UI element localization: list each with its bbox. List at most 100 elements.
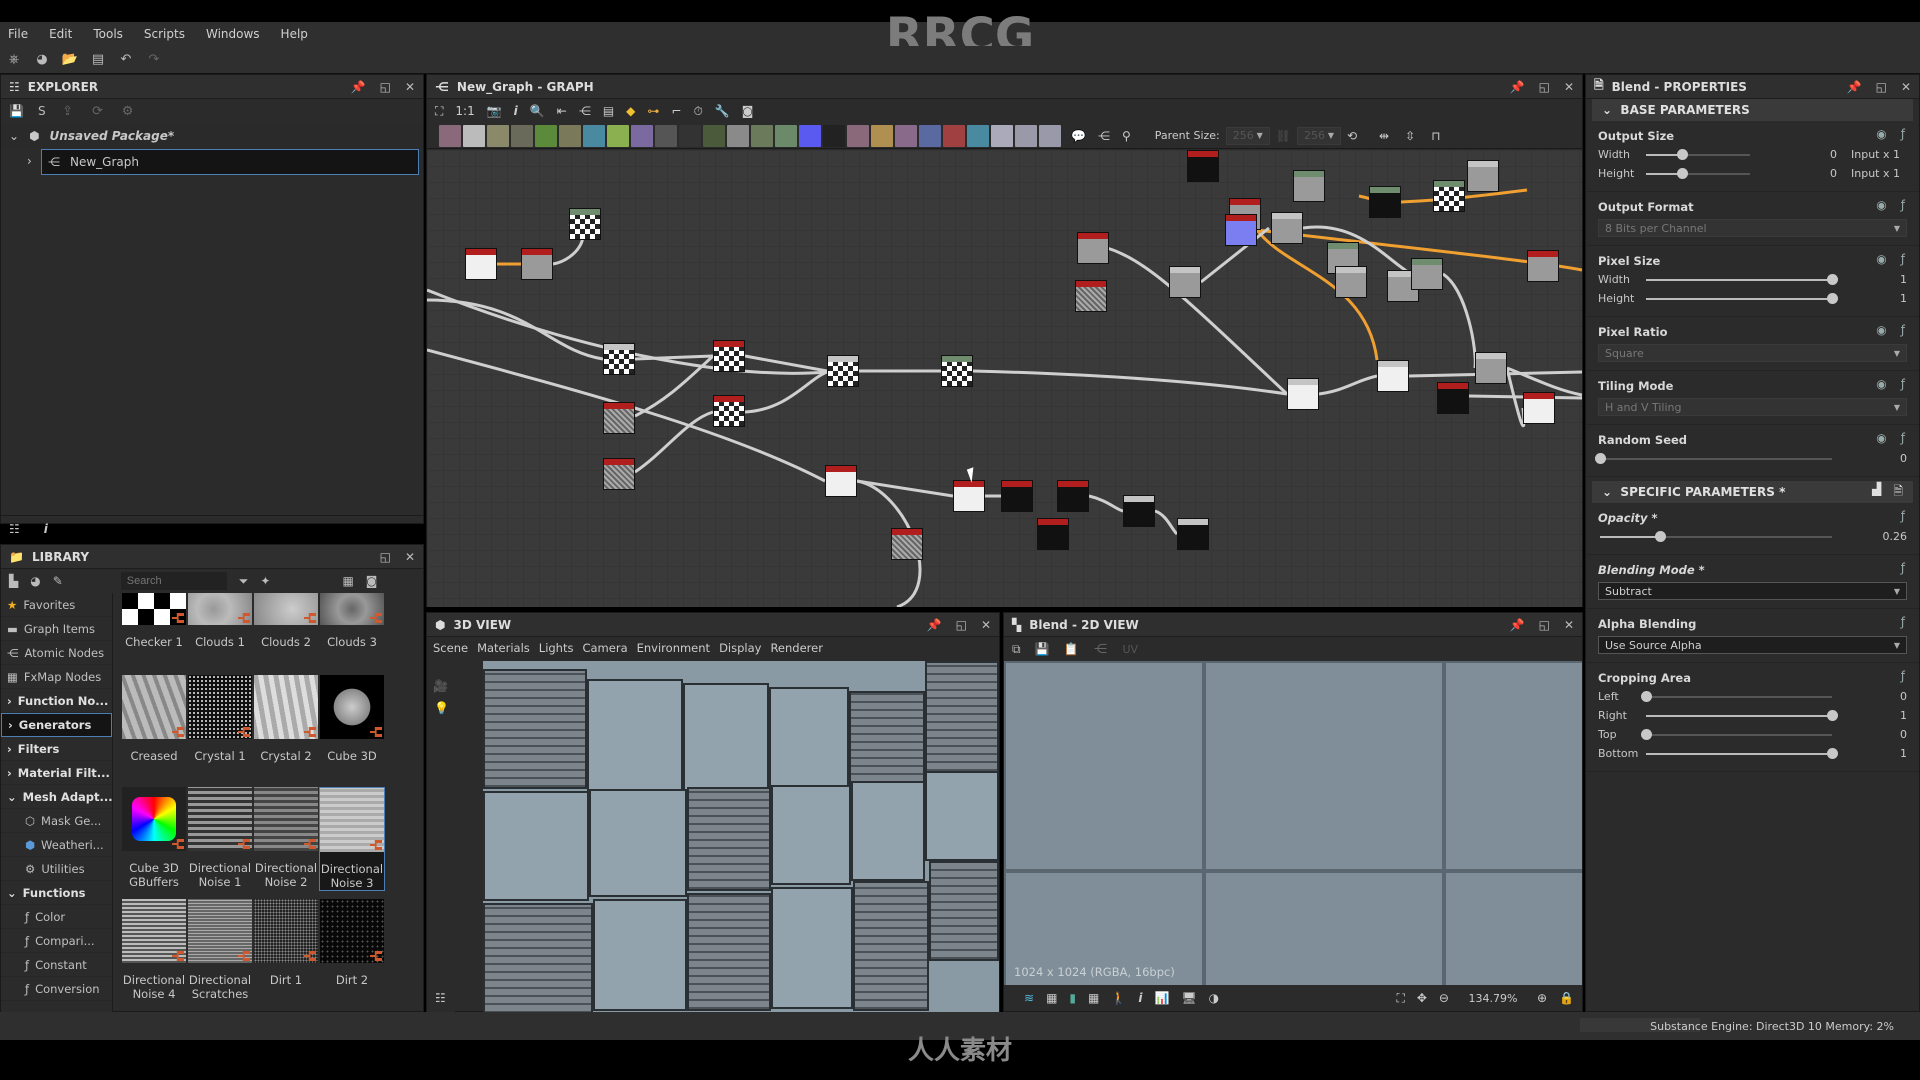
- library-category[interactable]: ★ Favorites: [1, 593, 112, 617]
- wrench-icon[interactable]: 🔧: [715, 104, 730, 118]
- menu-file[interactable]: File: [8, 27, 28, 41]
- uv-select[interactable]: UV: [1122, 643, 1138, 656]
- close-icon[interactable]: ✕: [1901, 80, 1911, 94]
- atomic-node-button[interactable]: [487, 124, 509, 147]
- atomic-node-button[interactable]: [847, 124, 869, 147]
- graph-node[interactable]: [1271, 212, 1303, 244]
- pan-icon[interactable]: ✥: [1417, 991, 1427, 1005]
- function-icon[interactable]: ƒ: [1901, 323, 1905, 337]
- menu-renderer[interactable]: Renderer: [770, 641, 823, 655]
- share-icon[interactable]: ⋲: [1092, 641, 1108, 657]
- atomic-node-button[interactable]: [631, 124, 653, 147]
- library-search-input[interactable]: [120, 572, 227, 590]
- menu-windows[interactable]: Windows: [206, 27, 260, 41]
- add-favorite-icon[interactable]: ✦: [260, 574, 270, 588]
- graph-node[interactable]: [603, 458, 635, 490]
- atomic-node-button[interactable]: [439, 124, 461, 147]
- graph-node[interactable]: [1437, 382, 1469, 414]
- function-icon[interactable]: ƒ: [1901, 615, 1905, 629]
- float-icon[interactable]: ◱: [956, 618, 967, 632]
- library-item[interactable]: Clouds 1: [187, 593, 253, 649]
- library-item[interactable]: Directional Noise 2: [253, 787, 319, 889]
- function-icon[interactable]: ƒ: [1901, 561, 1905, 575]
- library-item[interactable]: Directional Noise 1: [187, 787, 253, 889]
- float-icon[interactable]: ◱: [1539, 80, 1550, 94]
- library-category[interactable]: ⋲ Atomic Nodes: [1, 641, 112, 665]
- graph-node[interactable]: [1369, 186, 1401, 218]
- inherit-icon[interactable]: ◉: [1876, 431, 1886, 445]
- graph-node[interactable]: [1187, 150, 1219, 182]
- graph-node[interactable]: [521, 248, 553, 280]
- reset-zoom-icon[interactable]: 1:1: [455, 104, 474, 118]
- function-icon[interactable]: ƒ: [1901, 377, 1905, 391]
- graph-node[interactable]: [1411, 258, 1443, 290]
- graph-frame-icon[interactable]: ⋲: [1098, 129, 1110, 143]
- tree-view-icon[interactable]: ☷: [435, 991, 446, 1005]
- library-category[interactable]: ƒ Color: [1, 905, 112, 929]
- pixel-height-value[interactable]: 1: [1877, 292, 1907, 305]
- snap-icon[interactable]: ⊓: [1431, 129, 1440, 143]
- graph-node[interactable]: [1527, 250, 1559, 282]
- search-icon[interactable]: 🔍: [530, 104, 545, 118]
- graph-node[interactable]: [569, 208, 601, 240]
- graph-node[interactable]: [1293, 170, 1325, 202]
- function-icon[interactable]: ƒ: [1901, 431, 1905, 445]
- graph-canvas[interactable]: [427, 150, 1582, 607]
- graph-node[interactable]: [1001, 480, 1033, 512]
- parent-size-height-select[interactable]: 256 ▼: [1296, 126, 1341, 145]
- function-icon[interactable]: ƒ: [1901, 198, 1905, 212]
- float-icon[interactable]: ◱: [1876, 80, 1887, 94]
- color-wheel-icon[interactable]: ◑: [1209, 991, 1219, 1005]
- library-item[interactable]: Crystal 2: [253, 675, 319, 763]
- opacity-value[interactable]: 0.26: [1877, 530, 1908, 543]
- blending-mode-select[interactable]: Subtract ▼: [1598, 582, 1907, 600]
- float-icon[interactable]: ◱: [380, 80, 391, 94]
- graph-node[interactable]: [1377, 360, 1409, 392]
- output-height-slider[interactable]: [1646, 167, 1750, 179]
- specific-parameters-section[interactable]: ⌄ SPECIFIC PARAMETERS * ▟ 🗎: [1592, 481, 1913, 503]
- pin-icon[interactable]: 📌: [1847, 80, 1862, 94]
- library-category[interactable]: ⌄ Functions: [1, 881, 112, 905]
- save-icon[interactable]: 💾: [9, 104, 24, 118]
- comment-icon[interactable]: 💬: [1071, 129, 1086, 143]
- thumbnail-icon[interactable]: ◙: [742, 104, 754, 118]
- cropping-value[interactable]: 0: [1877, 690, 1907, 703]
- atomic-node-button[interactable]: [943, 124, 965, 147]
- menu-materials[interactable]: Materials: [477, 641, 530, 655]
- library-category[interactable]: ⬡ Mask Ge...: [1, 809, 112, 833]
- graph-node[interactable]: [1123, 495, 1155, 527]
- library-category[interactable]: › Filters: [1, 737, 112, 761]
- zoom-out-icon[interactable]: ⊖: [1439, 991, 1449, 1005]
- menu-scene[interactable]: Scene: [433, 641, 468, 655]
- atomic-node-button[interactable]: [583, 124, 605, 147]
- cropping-slider[interactable]: [1646, 709, 1838, 721]
- random-seed-value[interactable]: 0: [1877, 452, 1907, 465]
- alpha-blending-select[interactable]: Use Source Alpha ▼: [1598, 636, 1907, 654]
- graph-node[interactable]: [1057, 480, 1089, 512]
- graph-node[interactable]: [1225, 214, 1257, 246]
- histogram-icon[interactable]: 📊: [1154, 991, 1169, 1005]
- atomic-node-button[interactable]: [679, 124, 701, 147]
- pin-icon[interactable]: 📌: [351, 80, 366, 94]
- graph-node[interactable]: [1475, 352, 1507, 384]
- menu-display[interactable]: Display: [719, 641, 761, 655]
- info-icon[interactable]: i: [1138, 991, 1142, 1005]
- pixel-height-slider[interactable]: [1646, 292, 1838, 304]
- graph-node[interactable]: [941, 355, 973, 387]
- reload-icon[interactable]: ⟳: [90, 103, 106, 119]
- figure-icon[interactable]: 🚶: [1111, 991, 1126, 1005]
- atomic-node-button[interactable]: [703, 124, 725, 147]
- library-item[interactable]: Directional Noise 4: [121, 899, 187, 1001]
- tree-package[interactable]: ⌄ ⬢ Unsaved Package*: [1, 123, 423, 149]
- link-icon[interactable]: ⊶: [647, 104, 659, 118]
- pin-icon[interactable]: 📌: [927, 618, 942, 632]
- align-icon[interactable]: ⇤: [557, 104, 567, 118]
- camera-icon[interactable]: 📷: [487, 104, 502, 118]
- library-category[interactable]: ⚙ Utilities: [1, 857, 112, 881]
- atomic-node-button[interactable]: [799, 124, 821, 147]
- zoom-level[interactable]: 134.79%: [1461, 992, 1525, 1005]
- graph-node[interactable]: [1077, 232, 1109, 264]
- atomic-node-button[interactable]: [511, 124, 533, 147]
- library-item[interactable]: Creased: [121, 675, 187, 763]
- layers-icon[interactable]: ≋: [1024, 991, 1034, 1005]
